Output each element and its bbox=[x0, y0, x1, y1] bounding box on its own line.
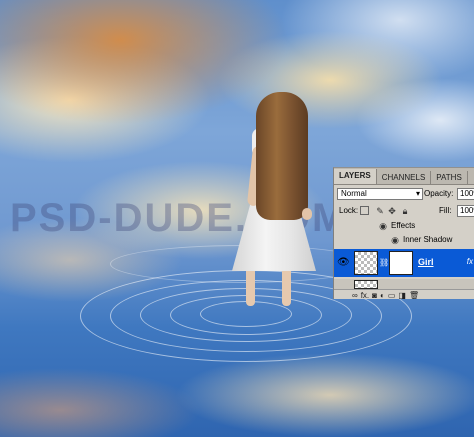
folder-icon[interactable]: ▭ bbox=[388, 291, 396, 300]
lock-paint-icon[interactable]: ✎ bbox=[375, 206, 385, 216]
lock-all-icon[interactable]: 🔒︎ bbox=[400, 206, 410, 216]
eye-icon[interactable]: ◉ bbox=[390, 235, 400, 245]
layer-row-girl[interactable]: 👁︎ ⛓︎ Girl fx bbox=[334, 249, 474, 277]
mask-icon[interactable]: ◙ bbox=[372, 291, 377, 300]
girl-leg bbox=[282, 266, 291, 306]
tab-channels[interactable]: CHANNELS bbox=[377, 171, 432, 184]
adjustment-icon[interactable]: ◐ bbox=[380, 291, 385, 300]
ripple-ring bbox=[200, 301, 292, 327]
fx-icon[interactable]: fx bbox=[467, 257, 473, 266]
blend-mode-value: Normal bbox=[341, 189, 367, 198]
new-layer-icon[interactable]: ◨ bbox=[398, 291, 406, 300]
opacity-label: Opacity: bbox=[424, 189, 454, 198]
trash-icon[interactable]: 🗑︎ bbox=[409, 291, 419, 300]
blend-row: Normal ▾ Opacity: 100% bbox=[334, 185, 474, 202]
link-icon[interactable]: ∞ bbox=[352, 291, 358, 300]
lock-transparency-icon[interactable] bbox=[360, 206, 369, 215]
panel-tabs: LAYERS CHANNELS PATHS bbox=[334, 168, 474, 185]
eye-icon[interactable]: 👁︎ bbox=[337, 257, 350, 269]
chevron-down-icon: ▾ bbox=[415, 189, 420, 198]
opacity-input[interactable]: 100% bbox=[457, 188, 474, 200]
next-layer-row bbox=[334, 279, 474, 289]
tab-paths[interactable]: PATHS bbox=[431, 171, 468, 184]
blend-mode-select[interactable]: Normal ▾ bbox=[337, 188, 423, 200]
inner-shadow-label: Inner Shadow bbox=[403, 235, 453, 244]
layers-panel: LAYERS CHANNELS PATHS Normal ▾ Opacity: … bbox=[333, 167, 474, 299]
inner-shadow-row[interactable]: ◉ Inner Shadow bbox=[334, 233, 474, 247]
lock-row: Lock: ✎ ✥ 🔒︎ Fill: 100% bbox=[334, 202, 474, 219]
girl-hand bbox=[302, 208, 312, 220]
effects-row[interactable]: ◉ Effects bbox=[334, 219, 474, 233]
layer-thumbnail bbox=[354, 280, 378, 289]
fill-input[interactable]: 100% bbox=[457, 205, 474, 217]
fill-label: Fill: bbox=[439, 206, 452, 215]
layer-mask-thumbnail[interactable] bbox=[389, 251, 413, 275]
eye-icon[interactable]: ◉ bbox=[378, 221, 388, 231]
panel-footer: ∞ fx. ◙ ◐ ▭ ◨ 🗑︎ bbox=[334, 289, 474, 299]
tab-layers[interactable]: LAYERS bbox=[334, 169, 377, 184]
girl-leg bbox=[246, 266, 255, 306]
chain-link-icon[interactable]: ⛓︎ bbox=[379, 258, 389, 268]
effects-label: Effects bbox=[391, 221, 416, 230]
girl-hair bbox=[256, 92, 308, 220]
layer-name[interactable]: Girl bbox=[418, 257, 434, 267]
layer-thumbnail bbox=[354, 251, 378, 275]
lock-move-icon[interactable]: ✥ bbox=[387, 206, 397, 216]
lock-label: Lock: bbox=[339, 206, 359, 215]
fx-icon[interactable]: fx. bbox=[361, 291, 369, 300]
